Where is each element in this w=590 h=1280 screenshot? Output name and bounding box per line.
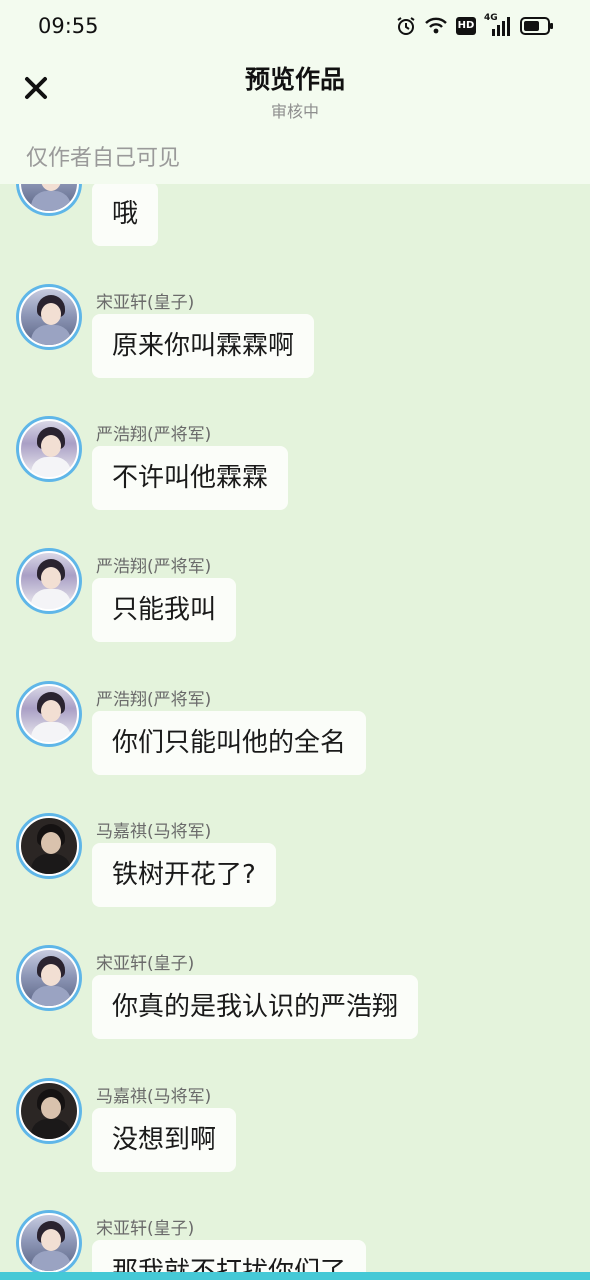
wifi-icon — [424, 16, 448, 36]
sender-name: 宋亚轩(皇子) — [96, 293, 195, 313]
message-bubble[interactable]: 只能我叫 — [92, 578, 237, 642]
avatar[interactable] — [16, 548, 82, 614]
message-bubble[interactable]: 铁树开花了? — [92, 843, 276, 907]
status-icons: HD 4G — [396, 13, 554, 38]
bottom-strip — [0, 1272, 590, 1280]
review-status: 审核中 — [270, 102, 319, 121]
message-bubble[interactable]: 你真的是我认识的严浩翔 — [92, 975, 419, 1039]
chat-area[interactable]: 哦 宋亚轩(皇子) 原来你叫霖霖啊 严浩翔(严将军) 不许叫他霖霖 严浩翔(严将… — [0, 0, 590, 1280]
status-time: 09:55 — [38, 14, 99, 38]
avatar[interactable] — [16, 681, 82, 747]
sender-name: 宋亚轩(皇子) — [96, 954, 195, 974]
sender-name: 严浩翔(严将军) — [96, 425, 212, 445]
avatar[interactable] — [16, 1078, 82, 1144]
top-header: 09:55 HD 4G 预览作品 审核中 仅作者自己可见 — [0, 0, 590, 184]
visibility-note: 仅作者自己可见 — [26, 146, 181, 171]
4g-signal-icon: 4G — [484, 13, 512, 37]
sender-name: 宋亚轩(皇子) — [96, 1219, 195, 1239]
avatar[interactable] — [16, 813, 82, 879]
page-title: 预览作品 — [244, 65, 345, 94]
message-bubble[interactable]: 你们只能叫他的全名 — [92, 711, 367, 775]
avatar[interactable] — [16, 416, 82, 482]
sender-name: 马嘉祺(马将军) — [96, 1087, 212, 1107]
sender-name: 严浩翔(严将军) — [96, 690, 212, 710]
hd-icon: HD — [456, 17, 476, 35]
battery-icon — [520, 17, 554, 35]
sender-name: 严浩翔(严将军) — [96, 557, 212, 577]
message-bubble[interactable]: 原来你叫霖霖啊 — [92, 314, 315, 378]
status-bar: 09:55 HD 4G — [0, 0, 590, 52]
sender-name: 马嘉祺(马将军) — [96, 822, 212, 842]
message-bubble[interactable]: 没想到啊 — [92, 1108, 237, 1172]
message-bubble[interactable]: 不许叫他霖霖 — [92, 446, 289, 510]
avatar[interactable] — [16, 284, 82, 350]
avatar[interactable] — [16, 1210, 82, 1276]
avatar[interactable] — [16, 945, 82, 1011]
alarm-icon — [396, 16, 416, 36]
message-bubble[interactable]: 哦 — [92, 182, 159, 246]
